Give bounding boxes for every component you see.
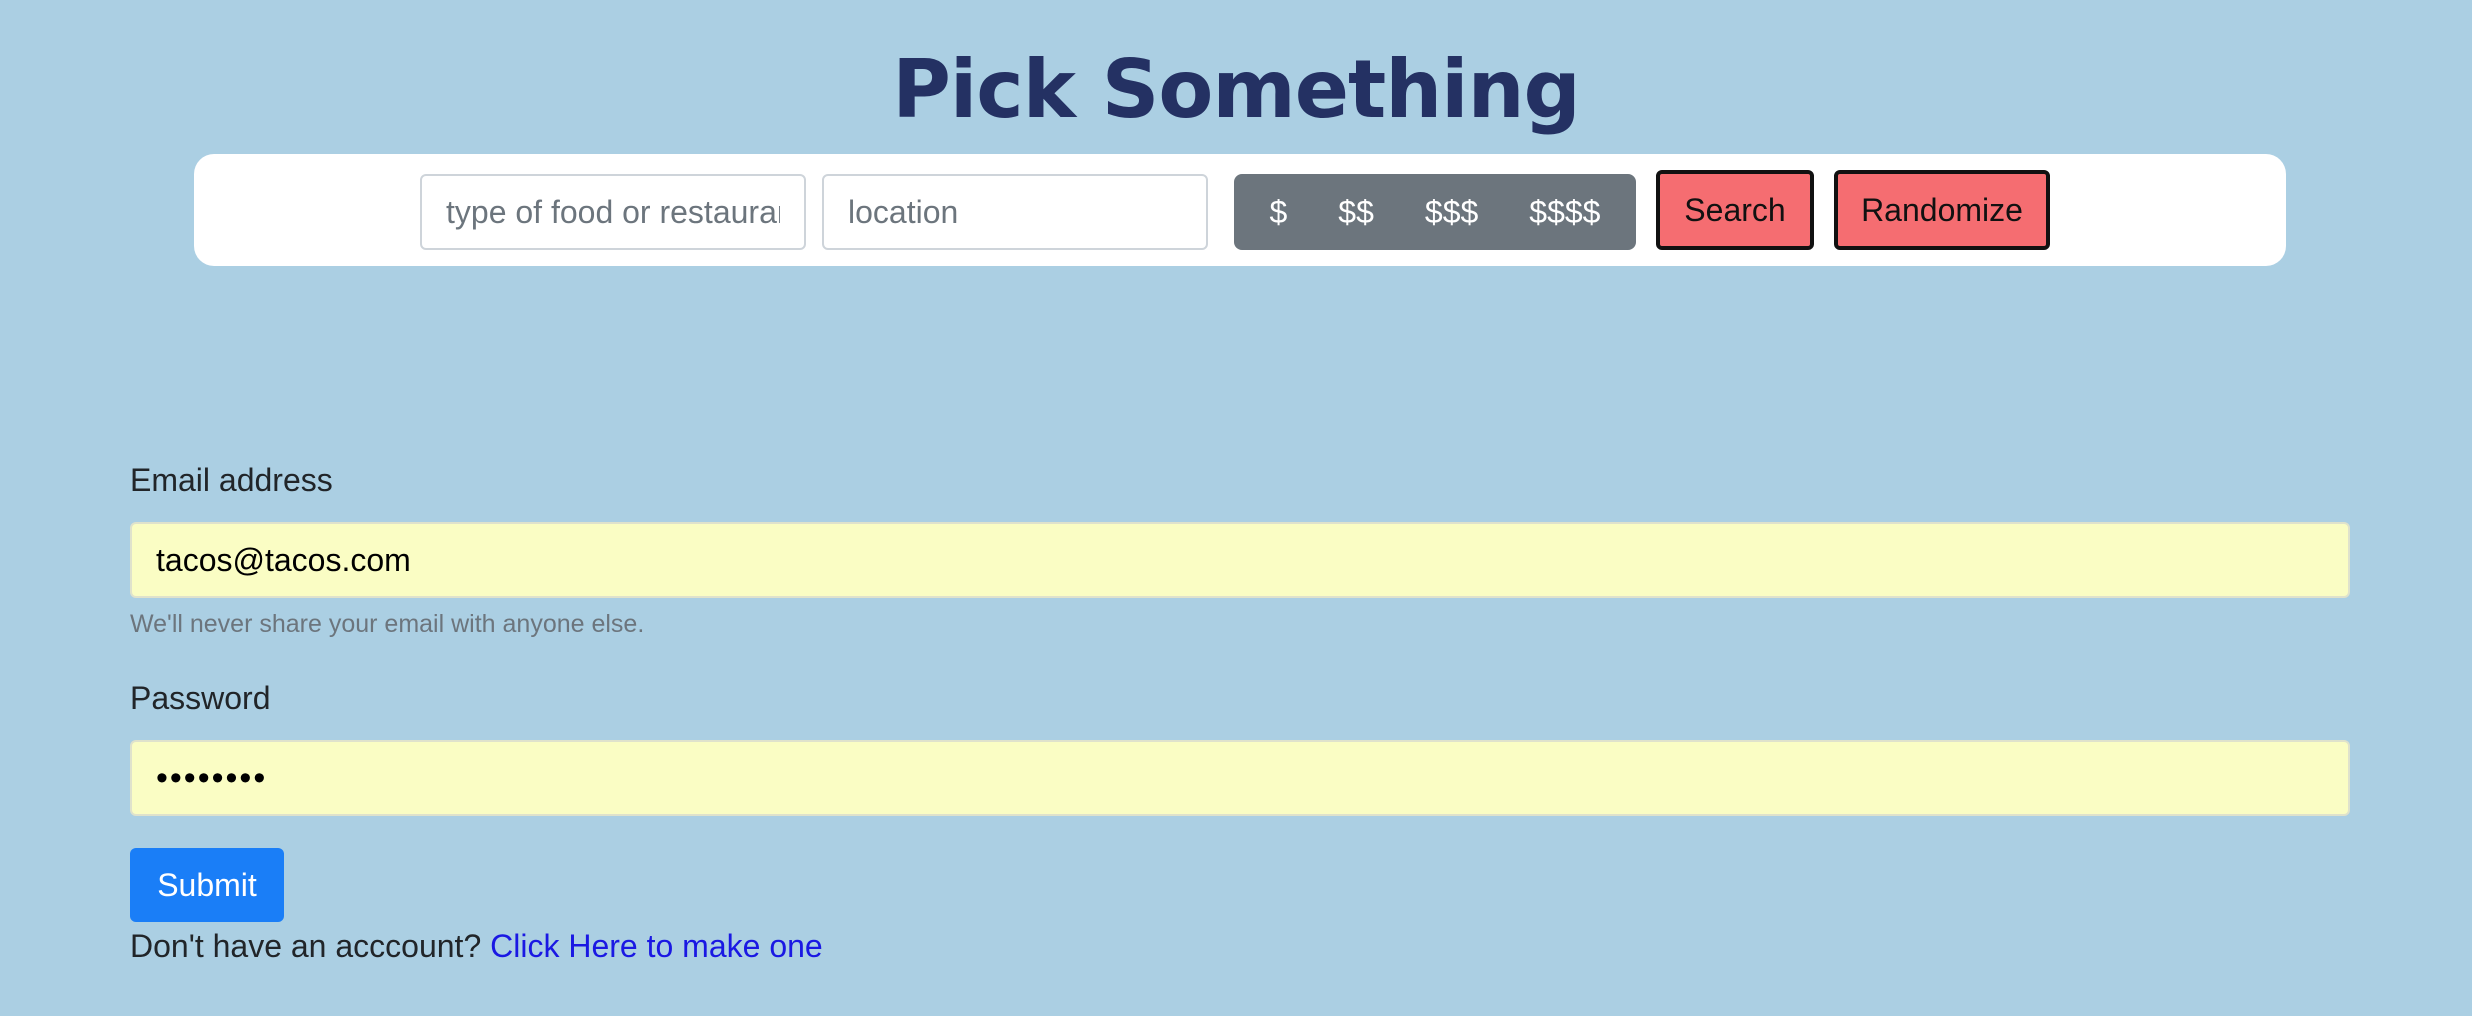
price-filter-group: $ $$ $$$ $$$$ (1234, 174, 1636, 250)
price-option-1[interactable]: $ (1258, 186, 1300, 239)
submit-button[interactable]: Submit (130, 848, 284, 922)
price-option-3[interactable]: $$$ (1413, 186, 1490, 239)
location-input[interactable] (822, 174, 1208, 250)
password-field[interactable]: •••••••• (130, 740, 2350, 816)
price-option-4[interactable]: $$$$ (1517, 186, 1612, 239)
signup-prompt-line: Don't have an acccount? Click Here to ma… (130, 928, 823, 965)
email-field[interactable]: tacos@tacos.com (130, 522, 2350, 598)
password-label: Password (130, 680, 271, 716)
signup-link[interactable]: Click Here to make one (490, 928, 823, 964)
search-button[interactable]: Search (1656, 170, 1814, 250)
signup-prompt-text: Don't have an acccount? (130, 928, 482, 964)
food-search-input[interactable] (420, 174, 806, 250)
email-label: Email address (130, 462, 333, 498)
randomize-button[interactable]: Randomize (1834, 170, 2050, 250)
email-help-text: We'll never share your email with anyone… (130, 610, 645, 638)
price-option-2[interactable]: $$ (1326, 186, 1386, 239)
page-title: Pick Something (892, 43, 1581, 136)
